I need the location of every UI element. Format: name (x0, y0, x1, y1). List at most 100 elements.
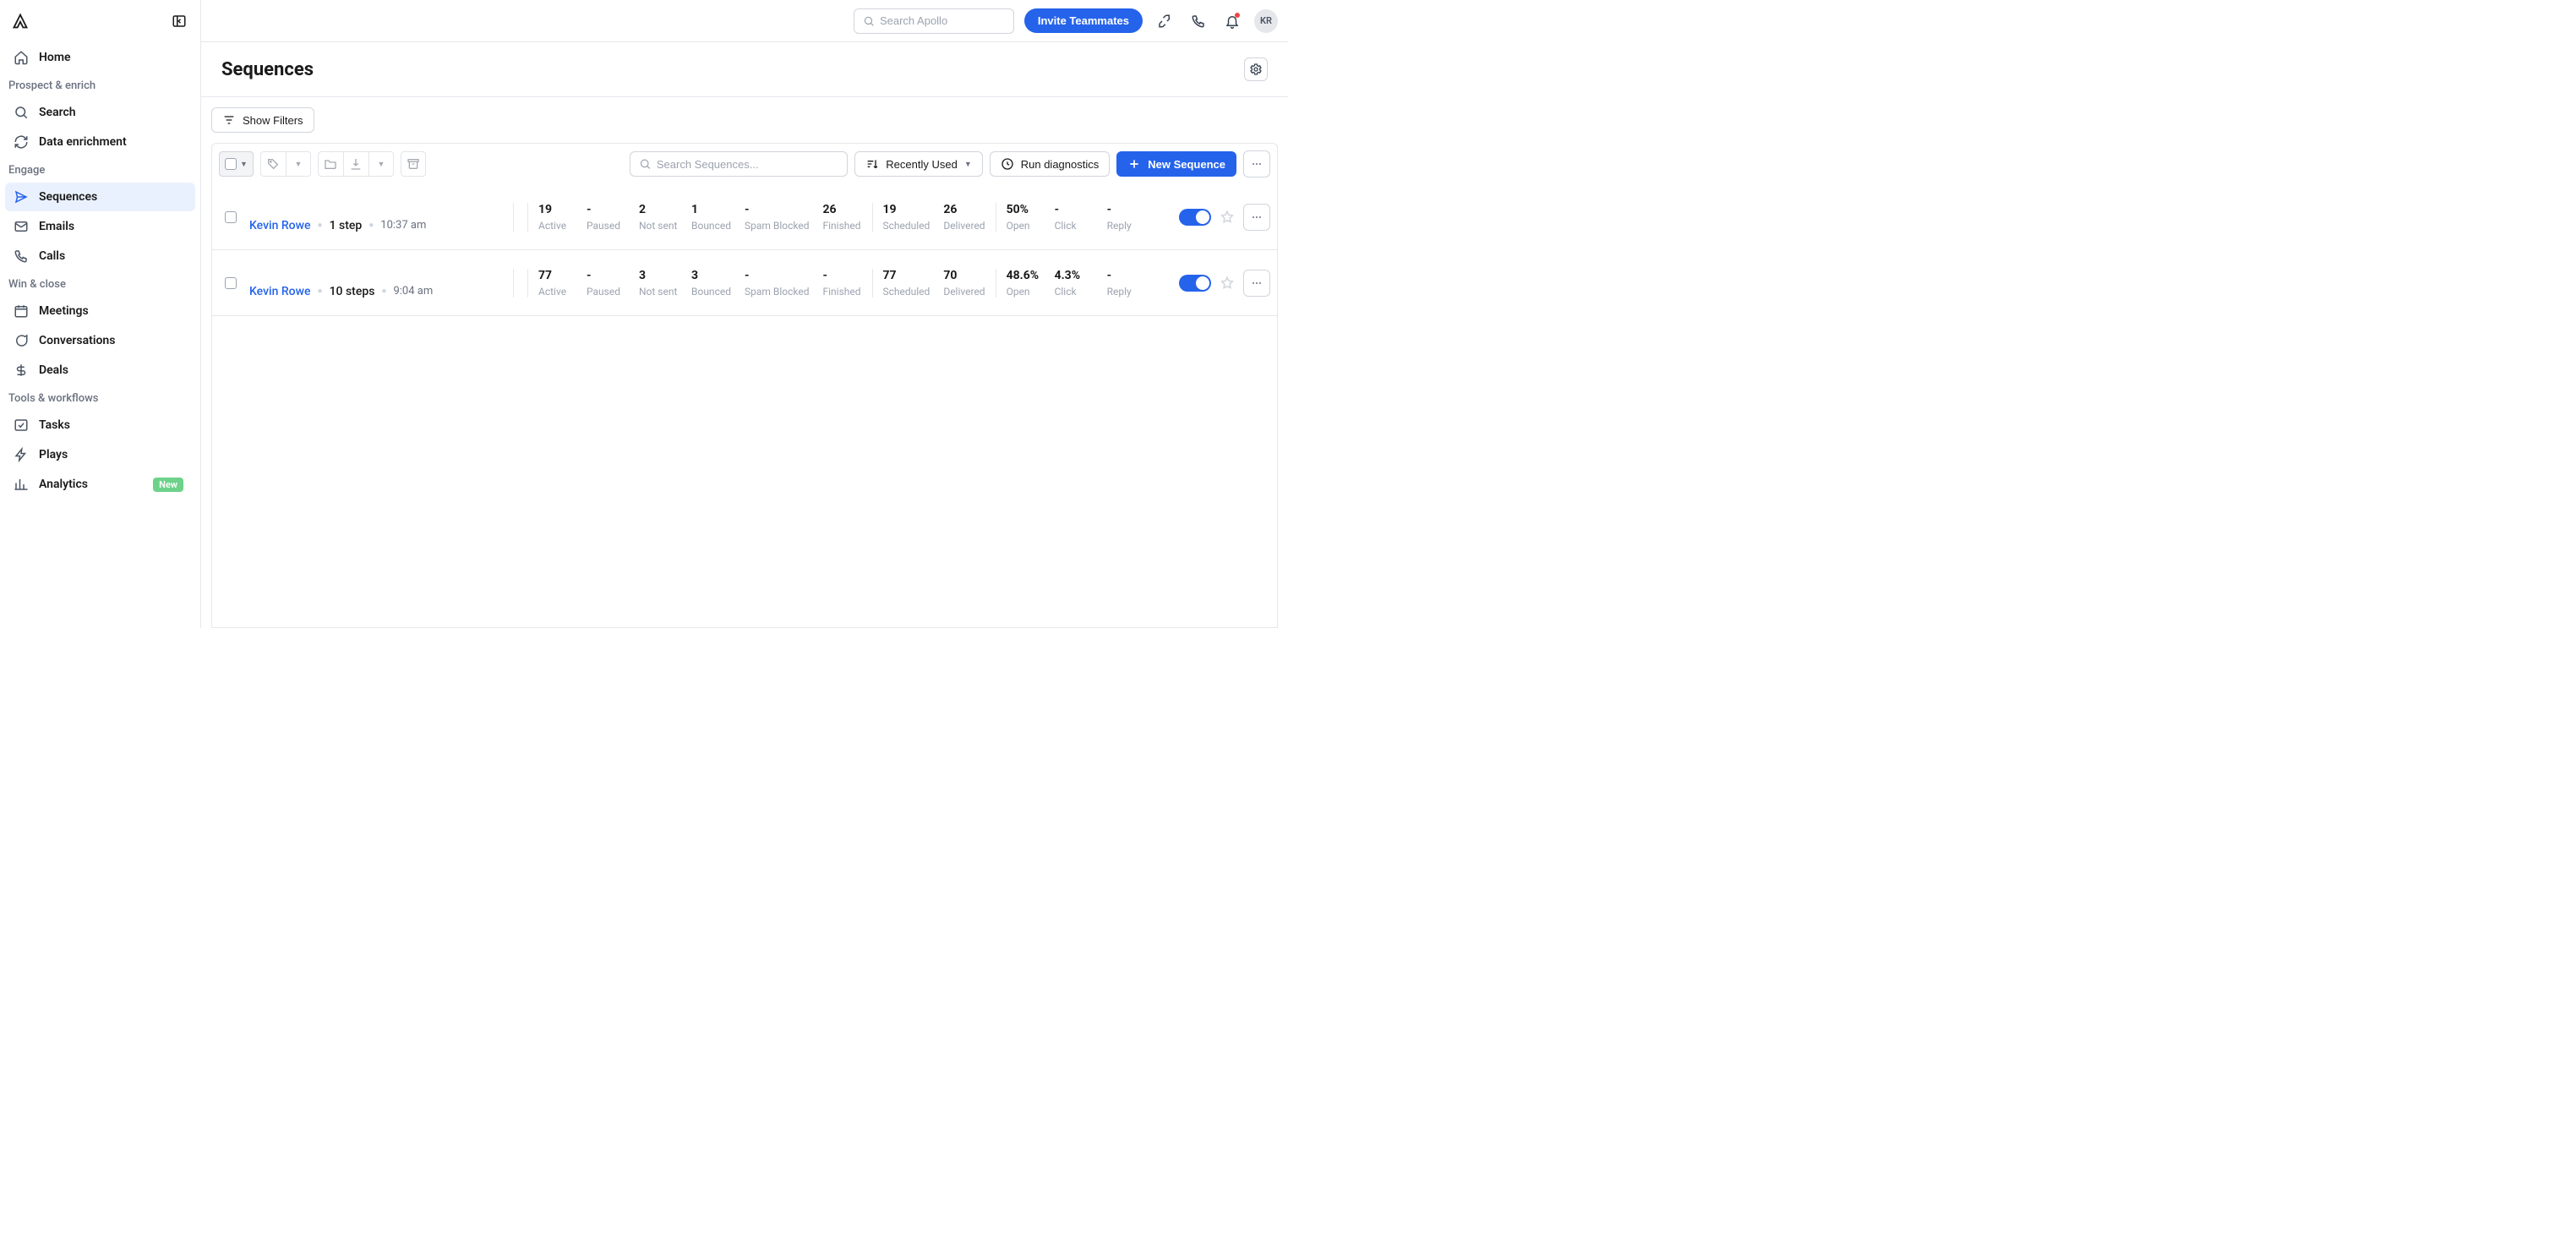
archive-button[interactable] (401, 151, 426, 177)
mail-icon (14, 219, 29, 234)
stat-spam_blocked: - Spam Blocked (738, 269, 816, 298)
sidebar: Home Prospect & enrich Search Data enric… (0, 0, 201, 628)
show-filters-label: Show Filters (243, 114, 303, 127)
global-search-input[interactable] (880, 14, 1005, 27)
time-text: 9:04 am (393, 285, 433, 298)
stat-label: Delivered (943, 220, 985, 232)
stat-delivered: 70 Delivered (936, 269, 991, 298)
toolbar: ▼ ▼ ▼ (211, 143, 1278, 184)
nav-deals[interactable]: Deals (5, 356, 195, 385)
stat-label: Finished (823, 220, 862, 232)
stat-label: Click (1055, 286, 1094, 298)
row-more-button[interactable] (1243, 270, 1270, 297)
nav-data-enrichment[interactable]: Data enrichment (5, 128, 195, 156)
topbar: Invite Teammates KR (201, 0, 1288, 42)
search-icon (14, 105, 29, 120)
sequence-name (249, 268, 513, 283)
nav-label: Tasks (39, 418, 70, 432)
invite-teammates-button[interactable]: Invite Teammates (1024, 8, 1143, 33)
new-badge: New (153, 478, 183, 492)
download-dropdown[interactable]: ▼ (368, 151, 394, 177)
row-checkbox[interactable] (225, 277, 237, 289)
nav-section-win: Win & close (0, 271, 200, 296)
stat-value: - (1107, 269, 1146, 282)
dollar-icon (14, 363, 29, 378)
nav-label: Sequences (39, 190, 97, 204)
stat-label: Paused (587, 220, 625, 232)
stat-open: 50% Open (996, 203, 1048, 232)
nav-label: Deals (39, 363, 68, 377)
tag-button[interactable] (260, 151, 286, 177)
stat-value: 2 (639, 203, 678, 216)
phone-icon (14, 248, 29, 264)
row-checkbox[interactable] (225, 211, 237, 223)
sequence-table: Kevin Rowe ● 1 step ● 10:37 am 19 Active… (211, 184, 1278, 628)
nav-label: Conversations (39, 334, 115, 347)
stat-active: 77 Active (527, 269, 580, 298)
settings-button[interactable] (1244, 57, 1268, 81)
stat-value: 26 (823, 203, 862, 216)
star-icon[interactable] (1220, 276, 1235, 291)
stat-label: Reply (1107, 220, 1146, 232)
stat-label: Bounced (691, 286, 731, 298)
collapse-sidebar-button[interactable] (170, 12, 188, 30)
nav-tasks[interactable]: Tasks (5, 411, 195, 440)
download-button[interactable] (343, 151, 368, 177)
steps-text: 10 steps (330, 285, 375, 298)
nav-conversations[interactable]: Conversations (5, 326, 195, 355)
run-diagnostics-button[interactable]: Run diagnostics (990, 151, 1111, 177)
sequence-search[interactable] (630, 151, 848, 177)
page-title: Sequences (221, 59, 314, 80)
stat-label: Open (1007, 220, 1041, 232)
avatar[interactable]: KR (1254, 9, 1278, 33)
stat-reply: - Reply (1100, 203, 1153, 232)
nav-section-prospect: Prospect & enrich (0, 73, 200, 97)
stat-bounced: 1 Bounced (685, 203, 738, 232)
sort-dropdown[interactable]: Recently Used ▼ (854, 151, 982, 177)
table-row[interactable]: Kevin Rowe ● 10 steps ● 9:04 am 77 Activ… (212, 250, 1277, 316)
nav-sequences[interactable]: Sequences (5, 183, 195, 211)
toolbar-more-button[interactable] (1243, 150, 1270, 177)
enable-toggle[interactable] (1179, 209, 1211, 226)
new-sequence-button[interactable]: New Sequence (1116, 151, 1236, 177)
enable-toggle[interactable] (1179, 275, 1211, 292)
owner-link[interactable]: Kevin Rowe (249, 219, 311, 232)
stat-value: - (745, 203, 810, 216)
stat-value: - (1055, 203, 1094, 216)
nav-label: Home (39, 51, 71, 64)
show-filters-button[interactable]: Show Filters (211, 107, 314, 133)
table-row[interactable]: Kevin Rowe ● 1 step ● 10:37 am 19 Active… (212, 184, 1277, 250)
owner-link[interactable]: Kevin Rowe (249, 285, 311, 298)
nav-plays[interactable]: Plays (5, 440, 195, 469)
select-all-dropdown[interactable]: ▼ (219, 151, 254, 177)
nav-calls[interactable]: Calls (5, 242, 195, 270)
nav-home[interactable]: Home (5, 43, 195, 72)
stat-value: 26 (943, 203, 985, 216)
stat-paused: - Paused (580, 203, 632, 232)
select-all-checkbox[interactable] (225, 158, 237, 170)
nav-search[interactable]: Search (5, 98, 195, 127)
nav-meetings[interactable]: Meetings (5, 297, 195, 325)
global-search[interactable] (854, 8, 1014, 34)
dialer-icon[interactable] (1187, 9, 1210, 33)
stat-label: Not sent (639, 286, 678, 298)
stat-label: Click (1055, 220, 1094, 232)
row-more-button[interactable] (1243, 204, 1270, 231)
send-icon (14, 189, 29, 205)
folder-button[interactable] (318, 151, 343, 177)
integrations-icon[interactable] (1153, 9, 1176, 33)
nav-section-engage: Engage (0, 157, 200, 182)
nav-emails[interactable]: Emails (5, 212, 195, 241)
nav-analytics[interactable]: Analytics New (5, 470, 195, 499)
stat-not_sent: 3 Not sent (632, 269, 685, 298)
stat-active: 19 Active (527, 203, 580, 232)
sequence-search-input[interactable] (657, 158, 838, 171)
tag-dropdown[interactable]: ▼ (286, 151, 311, 177)
stat-open: 48.6% Open (996, 269, 1048, 298)
star-icon[interactable] (1220, 210, 1235, 225)
notifications-icon[interactable] (1220, 9, 1244, 33)
nav-label: Data enrichment (39, 135, 127, 149)
nav-label: Meetings (39, 304, 89, 318)
stat-label: Delivered (943, 286, 985, 298)
stat-value: 19 (883, 203, 931, 216)
